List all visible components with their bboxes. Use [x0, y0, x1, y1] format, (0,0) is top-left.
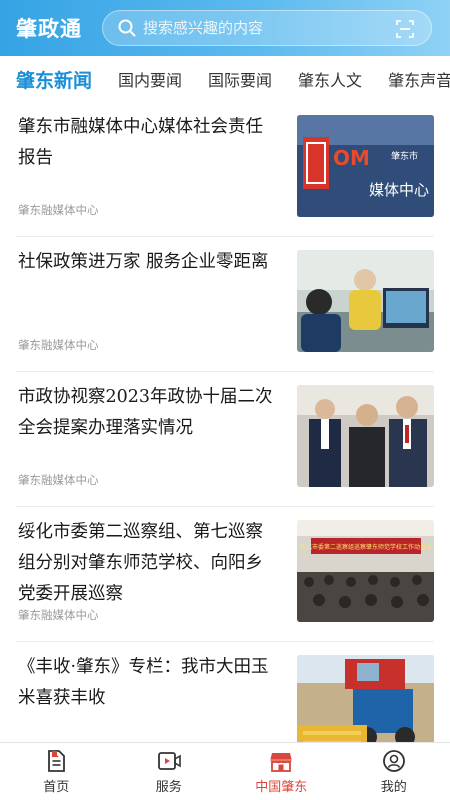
- news-thumbnail[interactable]: [297, 385, 434, 487]
- news-title[interactable]: 市政协视察2023年政协十届二次全会提案办理落实情况: [18, 382, 280, 444]
- search-icon: [117, 18, 137, 38]
- news-source: 肇东融媒体中心: [18, 608, 99, 622]
- thumb-logo-letters: OM: [333, 146, 370, 170]
- news-thumbnail[interactable]: OM 肇东市 媒体中心: [297, 115, 434, 217]
- news-list: 肇东市融媒体中心媒体社会责任报告 肇东融媒体中心 OM 肇东市 媒体中心 社保政…: [0, 102, 450, 777]
- search-input[interactable]: [143, 19, 383, 37]
- tab-zhaodong-news[interactable]: 肇东新闻: [16, 66, 92, 93]
- tab-zhaodong-voice[interactable]: 肇东声音: [388, 67, 450, 91]
- nav-profile-label: 我的: [380, 779, 407, 795]
- tab-domestic-news[interactable]: 国内要闻: [118, 67, 182, 91]
- news-thumbnail[interactable]: [297, 250, 434, 352]
- tab-zhaodong-culture[interactable]: 肇东人文: [298, 67, 362, 91]
- nav-china-zhaodong-label: 中国肇东: [255, 779, 308, 795]
- news-item[interactable]: 社保政策进万家 服务企业零距离 肇东融媒体中心: [16, 237, 434, 372]
- nav-profile[interactable]: 我的: [338, 743, 450, 800]
- news-title[interactable]: 《丰收·肇东》专栏：我市大田玉米喜获丰收: [18, 652, 280, 714]
- thumb-city-label: 肇东市: [391, 150, 418, 162]
- app-header: 肇政通: [0, 0, 450, 56]
- search-bar[interactable]: [102, 10, 432, 46]
- news-source: 肇东融媒体中心: [18, 338, 99, 352]
- nav-china-zhaodong[interactable]: 中国肇东: [225, 743, 338, 800]
- news-title[interactable]: 肇东市融媒体中心媒体社会责任报告: [18, 112, 280, 174]
- news-item[interactable]: 肇东市融媒体中心媒体社会责任报告 肇东融媒体中心 OM 肇东市 媒体中心: [16, 102, 434, 237]
- scan-icon[interactable]: [395, 19, 415, 39]
- news-title[interactable]: 绥化市委第二巡察组、第七巡察组分别对肇东师范学校、向阳乡党委开展巡察: [18, 517, 280, 610]
- bottom-navigation: 首页 服务 中国肇东 我的: [0, 742, 450, 800]
- news-title[interactable]: 社保政策进万家 服务企业零距离: [18, 247, 280, 278]
- thumb-media-center-label: 媒体中心: [369, 181, 429, 199]
- category-tabs: 肇东新闻 国内要闻 国际要闻 肇东人文 肇东声音: [0, 56, 450, 102]
- news-source: 肇东融媒体中心: [18, 473, 99, 487]
- nav-home-label: 首页: [43, 779, 70, 795]
- news-thumbnail[interactable]: 绥化市委第二巡察组巡察肇东师范学校工作动员会: [297, 520, 434, 622]
- thumb-banner-text: 绥化市委第二巡察组巡察肇东师范学校工作动员会: [300, 543, 432, 551]
- app-title: 肇政通: [16, 17, 82, 41]
- nav-home[interactable]: 首页: [0, 743, 113, 800]
- home-icon: [44, 749, 68, 773]
- nav-service[interactable]: 服务: [113, 743, 226, 800]
- nav-service-label: 服务: [155, 779, 182, 795]
- store-icon: [269, 749, 293, 773]
- news-source: 肇东融媒体中心: [18, 203, 99, 217]
- tab-international-news[interactable]: 国际要闻: [208, 67, 272, 91]
- news-item[interactable]: 绥化市委第二巡察组、第七巡察组分别对肇东师范学校、向阳乡党委开展巡察 肇东融媒体…: [16, 507, 434, 642]
- video-service-icon: [157, 749, 181, 773]
- profile-icon: [382, 749, 406, 773]
- news-item[interactable]: 市政协视察2023年政协十届二次全会提案办理落实情况 肇东融媒体中心: [16, 372, 434, 507]
